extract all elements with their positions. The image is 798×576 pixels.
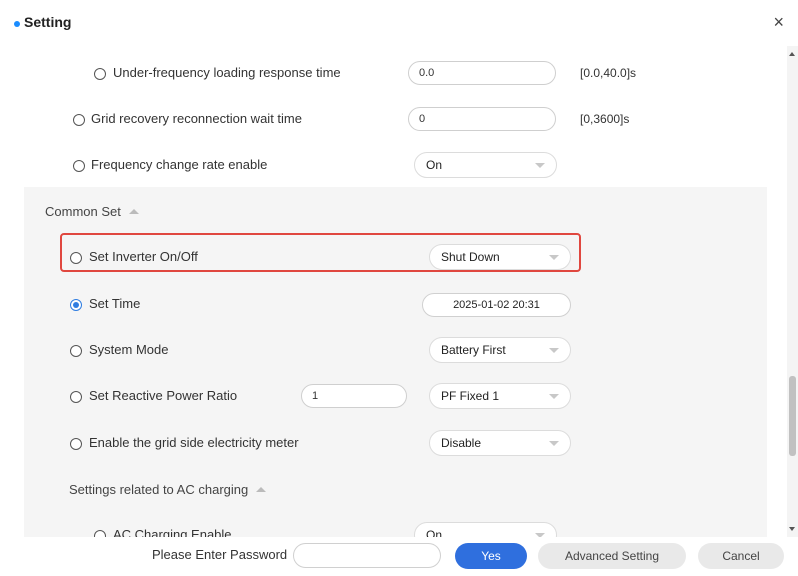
select-grid-meter[interactable]: Disable xyxy=(429,430,571,456)
input-reactive-power[interactable]: 1 xyxy=(301,384,407,408)
password-input[interactable] xyxy=(293,543,441,568)
select-ac-charging-value: On xyxy=(426,528,443,537)
label-grid-recovery: Grid recovery reconnection wait time xyxy=(91,111,302,126)
select-reactive-power[interactable]: PF Fixed 1 xyxy=(429,383,571,409)
select-frequency-change-value: On xyxy=(426,158,443,172)
select-reactive-power-value: PF Fixed 1 xyxy=(441,389,500,403)
radio-grid-meter[interactable] xyxy=(70,438,82,450)
label-ac-charging: AC Charging Enable xyxy=(113,527,232,537)
chevron-down-icon xyxy=(549,441,559,446)
radio-reactive-power[interactable] xyxy=(70,391,82,403)
dialog-title: Setting xyxy=(24,14,72,30)
range-under-frequency: [0.0,40.0]s xyxy=(580,66,637,80)
settings-scroll-area[interactable]: Under-frequency loading response time 0.… xyxy=(0,46,787,537)
chevron-down-icon xyxy=(549,394,559,399)
vertical-scrollbar[interactable] xyxy=(787,46,798,537)
row-frequency-change: Frequency change rate enable On xyxy=(0,145,787,185)
row-grid-recovery: Grid recovery reconnection wait time 0 [… xyxy=(0,99,787,139)
chevron-down-icon xyxy=(549,348,559,353)
row-under-frequency: Under-frequency loading response time 0.… xyxy=(0,53,787,93)
ac-charging-section-header[interactable]: Settings related to AC charging xyxy=(69,482,267,497)
label-grid-meter: Enable the grid side electricity meter xyxy=(89,435,299,450)
radio-under-frequency[interactable] xyxy=(94,68,106,80)
title-dot-icon xyxy=(14,21,20,27)
row-set-time: Set Time 2025-01-02 20:31 xyxy=(0,284,787,324)
select-grid-meter-value: Disable xyxy=(441,436,482,450)
scroll-up-icon[interactable] xyxy=(789,52,795,56)
label-frequency-change: Frequency change rate enable xyxy=(91,157,268,172)
input-under-frequency[interactable]: 0.0 xyxy=(408,61,556,85)
scrollbar-thumb[interactable] xyxy=(789,376,796,456)
dialog-header: Setting × xyxy=(0,0,798,46)
ac-charging-section-title: Settings related to AC charging xyxy=(69,482,249,497)
label-under-frequency: Under-frequency loading response time xyxy=(113,65,341,80)
label-system-mode: System Mode xyxy=(89,342,169,357)
label-set-time: Set Time xyxy=(89,296,141,311)
select-system-mode[interactable]: Battery First xyxy=(429,337,571,363)
advanced-setting-button[interactable]: Advanced Setting xyxy=(538,543,686,569)
close-icon[interactable]: × xyxy=(773,12,784,32)
datetime-set-time[interactable]: 2025-01-02 20:31 xyxy=(422,293,571,317)
radio-ac-charging[interactable] xyxy=(94,530,106,537)
row-grid-meter: Enable the grid side electricity meter D… xyxy=(0,423,787,463)
password-label: Please Enter Password xyxy=(152,547,288,562)
row-reactive-power: Set Reactive Power Ratio 1 PF Fixed 1 xyxy=(0,376,787,416)
select-frequency-change[interactable]: On xyxy=(414,152,557,178)
radio-system-mode[interactable] xyxy=(70,345,82,357)
yes-button[interactable]: Yes xyxy=(455,543,527,569)
label-reactive-power: Set Reactive Power Ratio xyxy=(89,388,238,403)
radio-set-time[interactable] xyxy=(70,299,82,311)
common-set-title: Common Set xyxy=(45,204,121,219)
scroll-down-icon[interactable] xyxy=(789,527,795,531)
row-ac-charging: AC Charging Enable On xyxy=(0,515,787,537)
collapse-up-icon xyxy=(256,487,267,492)
select-system-mode-value: Battery First xyxy=(441,343,506,357)
set-time-highlight xyxy=(60,233,581,272)
collapse-up-icon xyxy=(128,209,139,214)
dialog-footer: Please Enter Password Yes Advanced Setti… xyxy=(0,537,798,576)
radio-frequency-change[interactable] xyxy=(73,160,85,172)
range-grid-recovery: [0,3600]s xyxy=(580,112,630,126)
row-system-mode: System Mode Battery First xyxy=(0,330,787,370)
radio-grid-recovery[interactable] xyxy=(73,114,85,126)
chevron-down-icon xyxy=(535,163,545,168)
select-ac-charging[interactable]: On xyxy=(414,522,557,537)
input-grid-recovery[interactable]: 0 xyxy=(408,107,556,131)
cancel-button[interactable]: Cancel xyxy=(698,543,784,569)
common-set-header[interactable]: Common Set xyxy=(45,204,139,219)
